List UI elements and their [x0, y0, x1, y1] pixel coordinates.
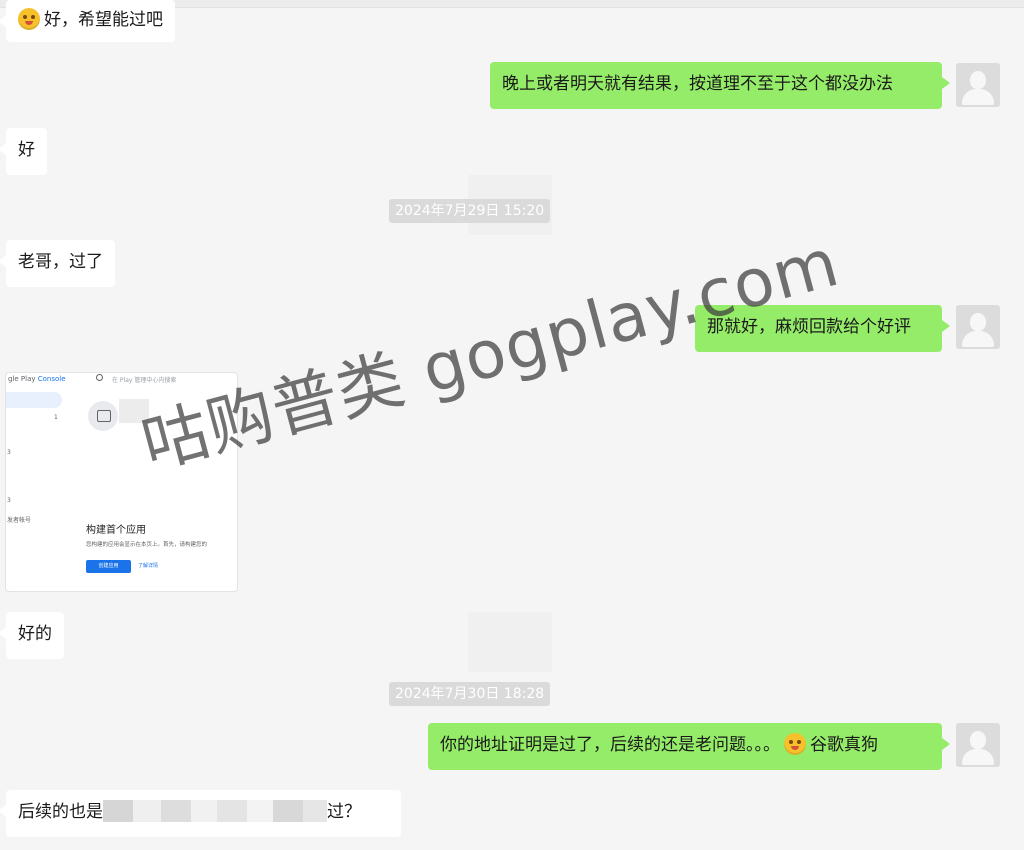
search-icon	[96, 374, 103, 381]
screenshot-image[interactable]: gle Play Console 1 3 3 发者帐号 在 Play 管理中心内…	[5, 372, 238, 592]
console-search: 在 Play 管理中心内搜索	[86, 373, 237, 387]
id-card-icon	[97, 410, 111, 422]
user-icon	[970, 313, 986, 331]
message-received[interactable]: 好，希望能过吧	[0, 0, 175, 42]
user-icon	[970, 731, 986, 749]
message-text-suffix: 谷歌真狗	[810, 735, 878, 755]
sidebar-count: 3	[7, 449, 11, 456]
avatar[interactable]	[956, 723, 1000, 767]
message-received[interactable]: 好的	[0, 612, 64, 659]
timestamp: 2024年7月29日 15:20	[389, 199, 551, 223]
message-text-suffix: 过？	[327, 802, 361, 822]
user-icon-body	[962, 331, 994, 347]
user-icon-body	[962, 89, 994, 105]
message-text: 你的地址证明是过了，后续的还是老问题。。。	[440, 735, 780, 755]
avatar[interactable]	[956, 63, 1000, 107]
message-text: 好	[18, 140, 35, 160]
blurred-region	[468, 612, 552, 672]
sidebar-count: 3	[7, 497, 11, 504]
message-text: 老哥，过了	[18, 252, 103, 272]
redacted-text	[133, 800, 161, 822]
user-icon-body	[962, 749, 994, 765]
redacted-block	[119, 399, 149, 423]
message-received[interactable]: 老哥，过了	[0, 240, 115, 287]
console-logo-accent: Console	[37, 375, 66, 383]
message-sent[interactable]: 你的地址证明是过了，后续的还是老问题。。。 谷歌真狗	[428, 723, 950, 770]
learn-more-link: 了解详情	[138, 563, 159, 569]
redacted-text	[273, 800, 303, 822]
message-sent[interactable]: 晚上或者明天就有结果，按道理不至于这个都没办法	[490, 62, 950, 109]
console-logo-text: gle Play	[8, 375, 38, 383]
message-received[interactable]: 好	[0, 128, 47, 175]
card-description: 您构建的应用会显示在本页上。首先，请构建您的	[86, 542, 208, 548]
search-placeholder: 在 Play 管理中心内搜索	[112, 377, 177, 384]
avatar[interactable]	[956, 305, 1000, 349]
emoji-icon	[18, 8, 40, 30]
message-text: 那就好，麻烦回款给个好评	[707, 317, 911, 337]
redacted-text	[191, 800, 217, 822]
user-icon	[970, 71, 986, 89]
sidebar-count: 1	[54, 414, 58, 421]
message-sent[interactable]: 那就好，麻烦回款给个好评	[695, 305, 950, 352]
timestamp: 2024年7月30日 18:28	[389, 682, 551, 706]
redacted-text	[247, 800, 273, 822]
emoji-icon	[784, 733, 806, 755]
message-text: 好，希望能过吧	[44, 10, 163, 30]
message-text: 后续的也是	[18, 802, 103, 822]
sidebar-active-item	[6, 392, 62, 408]
console-sidebar: gle Play Console 1 3 3 发者帐号	[6, 373, 84, 591]
create-app-button: 创建应用	[86, 560, 131, 573]
message-text: 好的	[18, 624, 52, 644]
redacted-text	[161, 800, 191, 822]
console-logo: gle Play Console	[8, 375, 66, 383]
card-title: 构建首个应用	[86, 525, 146, 536]
redacted-text	[303, 800, 327, 822]
redacted-text	[217, 800, 247, 822]
sidebar-label: 发者帐号	[7, 517, 32, 524]
message-received[interactable]: 后续的也是 过？	[0, 790, 401, 837]
message-text: 晚上或者明天就有结果，按道理不至于这个都没办法	[502, 74, 893, 94]
redacted-text	[103, 800, 133, 822]
developer-account-icon	[88, 401, 118, 431]
